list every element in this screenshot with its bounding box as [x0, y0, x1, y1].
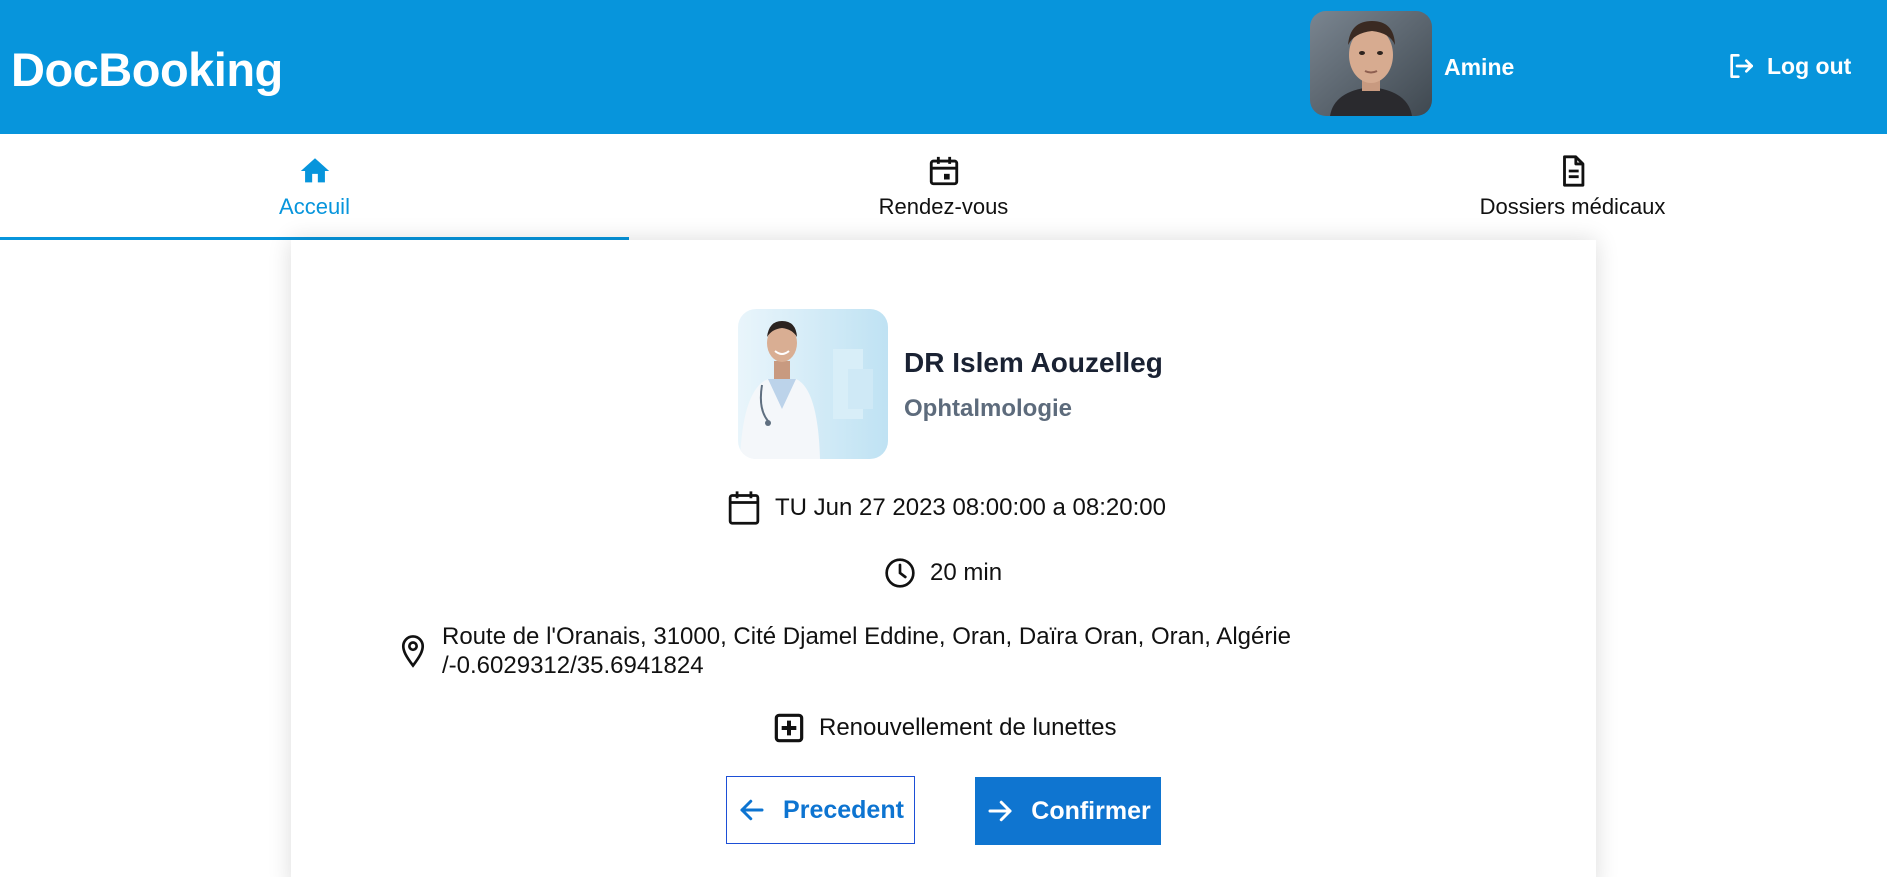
appointment-date-row: TU Jun 27 2023 08:00:00 a 08:20:00: [727, 490, 1166, 526]
location-pin-icon: [401, 635, 425, 668]
document-icon: [1562, 155, 1584, 187]
appointment-duration-row: 20 min: [884, 557, 1002, 589]
previous-button[interactable]: Precedent: [726, 776, 915, 844]
logout-button[interactable]: Log out: [1725, 50, 1851, 82]
app-brand[interactable]: DocBooking: [11, 42, 283, 97]
user-avatar[interactable]: [1310, 11, 1432, 116]
appointment-reason: Renouvellement de lunettes: [819, 714, 1117, 741]
user-name: Amine: [1444, 54, 1515, 80]
doctor-photo: [738, 309, 888, 459]
previous-label: Precedent: [783, 795, 904, 824]
home-icon: [300, 158, 329, 183]
tab-rendez-vous[interactable]: Rendez-vous: [629, 134, 1258, 240]
app-header: DocBooking Amine Log out: [0, 0, 1887, 134]
tab-dossiers-medicaux[interactable]: Dossiers médicaux: [1258, 134, 1887, 240]
calendar-icon: [728, 491, 760, 525]
appointment-datetime: TU Jun 27 2023 08:00:00 a 08:20:00: [775, 494, 1166, 521]
arrow-right-icon: [988, 800, 1012, 822]
clock-icon: [885, 558, 915, 588]
tab-label: Dossiers médicaux: [1479, 194, 1666, 219]
tab-label: Acceuil: [279, 194, 350, 219]
confirm-label: Confirmer: [1031, 796, 1151, 825]
address-line-2: /-0.6029312/35.6941824: [442, 652, 704, 679]
doctor-specialty: Ophtalmologie: [904, 395, 1072, 422]
doctor-name: DR Islem Aouzelleg: [904, 347, 1163, 378]
tab-label: Rendez-vous: [878, 194, 1009, 219]
main-tabs: Acceuil Rendez-vous Dossiers médicaux: [0, 134, 1887, 240]
medical-plus-icon: [774, 713, 804, 743]
appointment-duration: 20 min: [930, 559, 1003, 586]
confirm-button[interactable]: Confirmer: [975, 777, 1161, 845]
logout-icon: [1730, 54, 1753, 78]
tab-acceuil[interactable]: Acceuil: [0, 134, 629, 240]
arrow-left-icon: [740, 799, 764, 821]
calendar-icon: [929, 156, 958, 186]
logout-label: Log out: [1767, 52, 1852, 79]
appointment-reason-row: Renouvellement de lunettes: [773, 712, 1117, 744]
address-line-1: Route de l'Oranais, 31000, Cité Djamel E…: [442, 623, 1292, 650]
appointment-address-row: Route de l'Oranais, 31000, Cité Djamel E…: [398, 622, 1291, 680]
